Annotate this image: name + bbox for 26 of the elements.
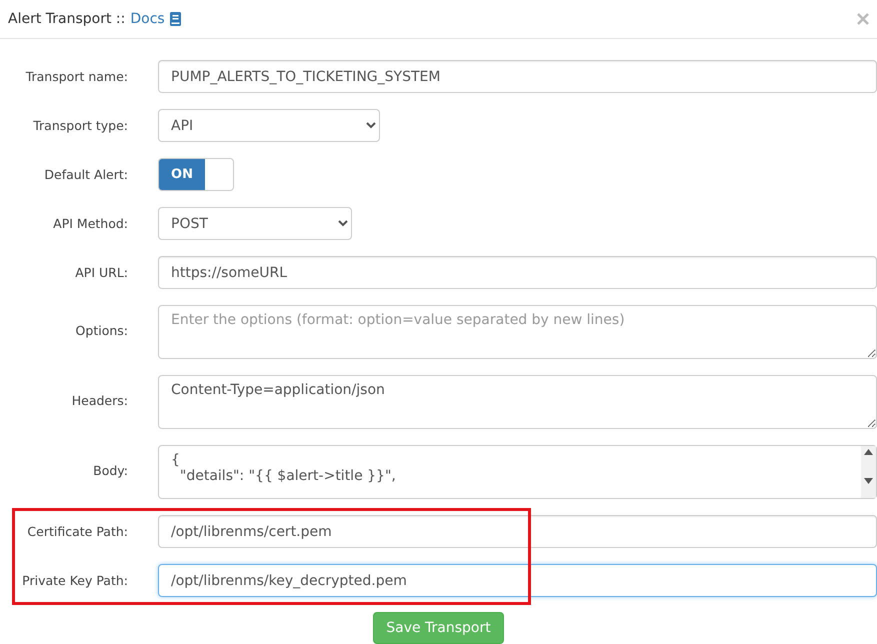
toggle-switch[interactable]: ON [158,158,234,191]
scroll-down-icon[interactable] [864,478,873,484]
text-field[interactable]: /opt/librenms/cert.pem [158,515,877,548]
text-area[interactable]: Enter the options (format: option=value separated by new lines) [158,305,877,359]
scrollbar[interactable] [861,446,876,498]
text-field[interactable]: /opt/librenms/key_decrypted.pem [158,564,877,597]
field-label: Default Alert: [43,167,128,182]
book-icon [170,12,181,26]
dropdown[interactable]: POST [158,207,352,240]
text-area[interactable]: { "details": "{{ $alert->title }}", [158,445,877,499]
text-area[interactable]: Content-Type=application/json [158,375,877,429]
field-label: API URL: [74,265,128,280]
field-label: API Method: [52,216,128,231]
field-label: Headers: [70,392,128,408]
field-label: Private Key Path: [21,573,128,588]
dialog-title: Alert Transport :: [8,11,126,27]
docs-link[interactable]: Docs [130,11,165,27]
scroll-up-icon[interactable] [864,449,873,455]
text-field[interactable]: PUMP_ALERTS_TO_TICKETING_SYSTEM [158,60,877,93]
field-label: Certificate Path: [26,524,128,539]
dropdown[interactable]: API [158,109,380,142]
field-label: Body: [92,462,128,478]
text-field[interactable]: https://someURL [158,256,877,289]
field-label: Options: [74,322,128,338]
field-label: Transport name: [24,69,128,84]
field-label: Transport type: [32,118,128,133]
